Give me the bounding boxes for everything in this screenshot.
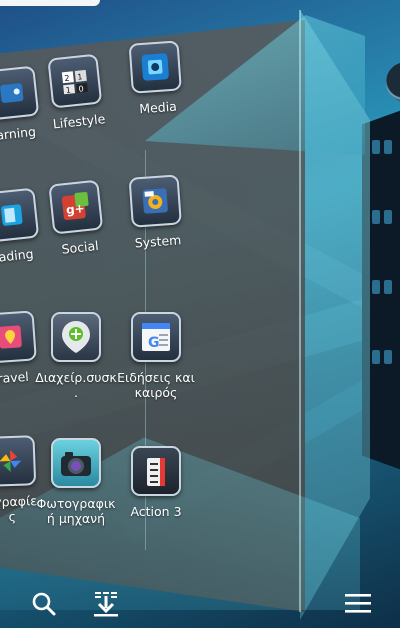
app-social[interactable]: g+ Social — [30, 178, 123, 260]
app-label: Action 3 — [130, 504, 182, 519]
menu-button[interactable] — [338, 586, 378, 626]
svg-text:g+: g+ — [65, 201, 85, 217]
google-plus-icon: g+ — [48, 179, 104, 235]
svg-text:G: G — [148, 335, 160, 351]
bottom-bar — [0, 568, 400, 628]
svg-text:1: 1 — [65, 86, 71, 95]
svg-text:0: 0 — [78, 84, 84, 93]
search-button[interactable] — [24, 586, 64, 626]
page-control-button[interactable] — [386, 62, 400, 102]
action3-icon — [131, 446, 181, 496]
system-icon — [128, 174, 182, 228]
download-button[interactable] — [86, 586, 126, 626]
home-screen: arning 2 1 1 0 Lifestyle Media ading g+ … — [0, 0, 400, 628]
app-label: Φωτογραφικ ή μηχανή — [36, 496, 116, 526]
svg-text:1: 1 — [77, 72, 83, 81]
app-lifestyle[interactable]: 2 1 1 0 Lifestyle — [29, 52, 122, 134]
app-camera[interactable]: Φωτογραφικ ή μηχανή — [33, 438, 119, 526]
search-icon — [31, 591, 57, 621]
cube-edge — [299, 10, 301, 612]
camera-icon — [51, 438, 101, 488]
app-label: Διαχείρ.συσκ . — [35, 370, 117, 400]
map-icon — [0, 310, 37, 364]
status-indicator — [0, 0, 100, 6]
news-icon: G — [131, 312, 181, 362]
app-system[interactable]: System — [111, 173, 202, 252]
lifestyle-icon: 2 1 1 0 — [47, 53, 103, 109]
menu-icon — [344, 592, 372, 620]
photos-icon — [0, 435, 37, 487]
app-action3[interactable]: Action 3 — [113, 446, 199, 519]
app-device-manager[interactable]: Διαχείρ.συσκ . — [33, 312, 119, 400]
media-icon — [128, 40, 182, 94]
app-news-weather[interactable]: G Ειδήσεις και καιρός — [113, 312, 199, 400]
device-manager-icon — [51, 312, 101, 362]
app-label: Ειδήσεις και καιρός — [117, 370, 195, 400]
svg-text:2: 2 — [64, 74, 70, 83]
app-media[interactable]: Media — [111, 39, 202, 118]
download-icon — [92, 590, 120, 622]
